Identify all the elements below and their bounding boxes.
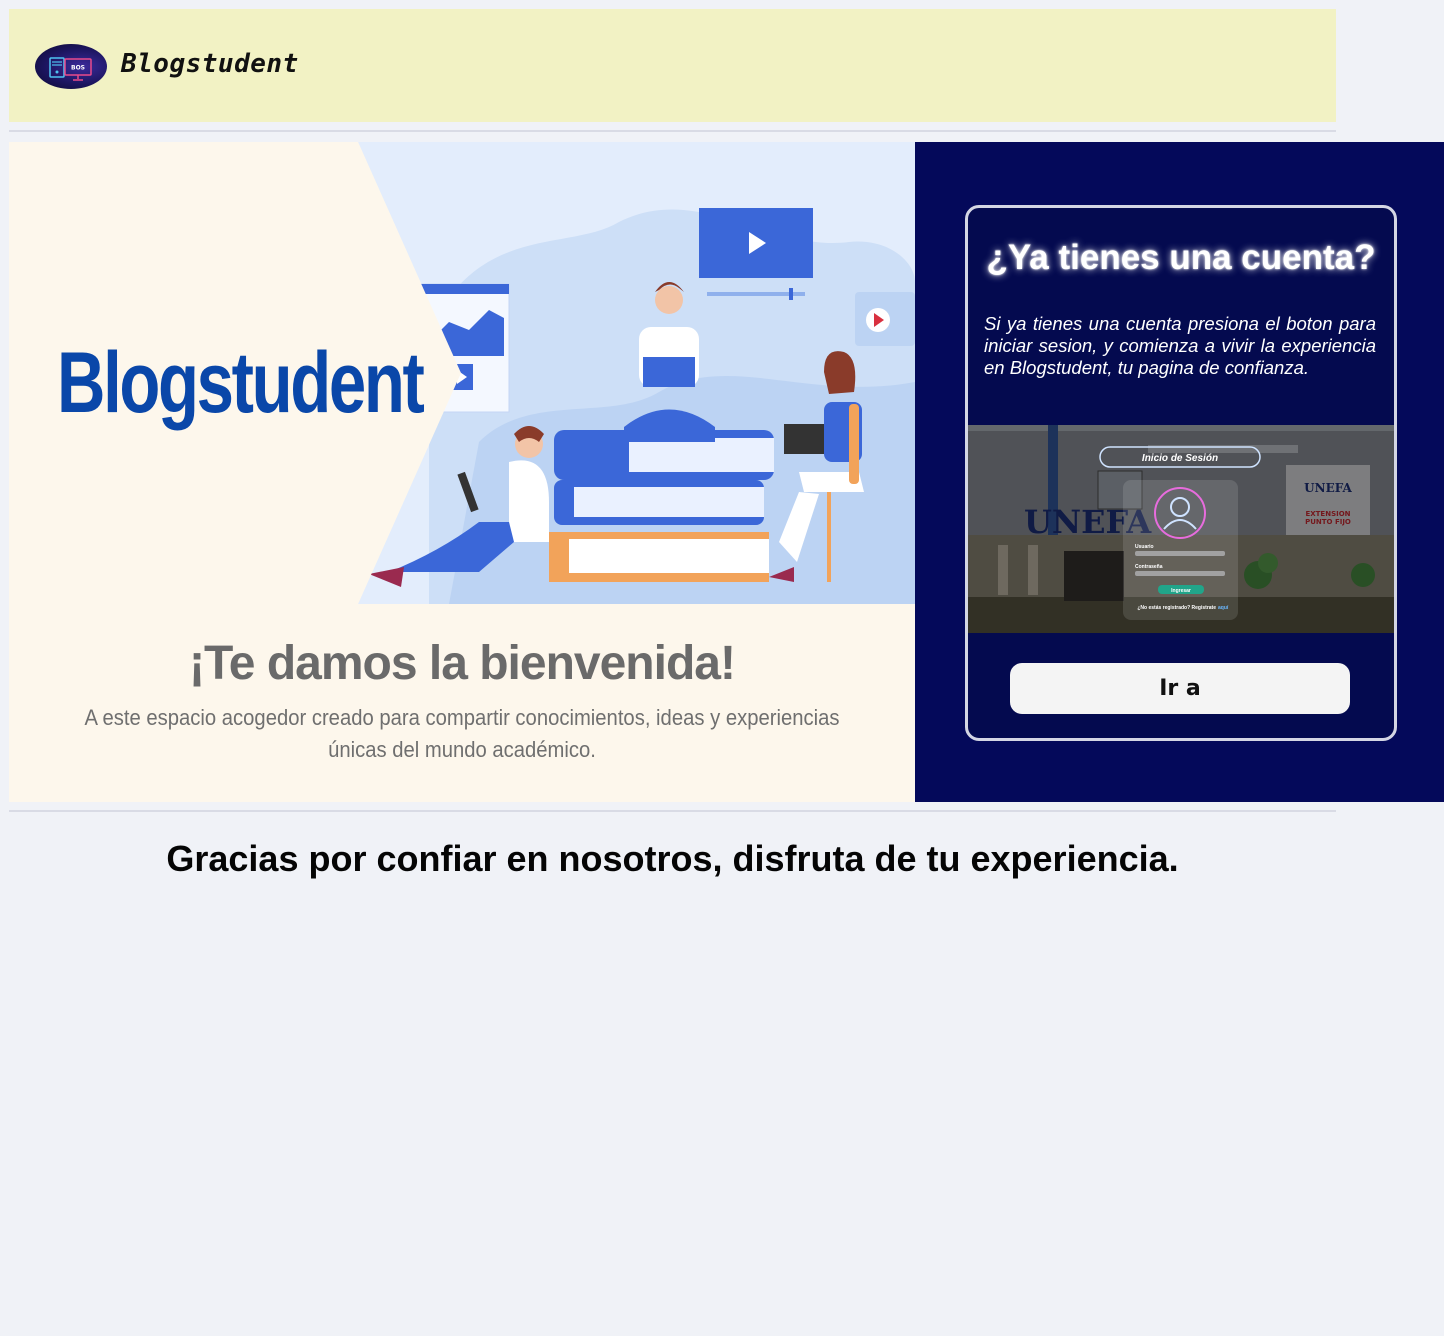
login-card-text: Si ya tienes una cuenta presiona el boto… [984, 313, 1376, 378]
hero-subtitle: A este espacio acogedor creado para comp… [84, 705, 840, 762]
monitor-icon: BOS [49, 57, 92, 81]
go-login-button[interactable]: Ir a [1010, 663, 1350, 714]
preview-user-label: Usuario [1135, 544, 1154, 550]
footer-divider [9, 810, 1336, 812]
hero-welcome-heading: ¡Te damos la bienvenida! [189, 637, 736, 690]
preview-register-text: ¿No estás registrado? Registrate [1137, 605, 1216, 611]
hero-banner: Blogstudent ¡Te damos la bienvenida! A e… [9, 142, 915, 802]
preview-submit-label: Ingresar [1171, 588, 1191, 594]
site-header: BOS Blogstudent [9, 9, 1336, 122]
header-divider [9, 130, 1336, 132]
site-brand[interactable]: Blogstudent [121, 49, 299, 79]
preview-login-heading: Inicio de Sesión [1142, 453, 1218, 464]
site-logo[interactable]: BOS [35, 44, 107, 89]
login-card: ¿Ya tienes una cuenta? Si ya tienes una … [965, 205, 1397, 741]
preview-password-label: Contraseña [1135, 564, 1163, 570]
login-panel: ¿Ya tienes una cuenta? Si ya tienes una … [915, 142, 1444, 802]
footer-message: Gracias por confiar en nosotros, disfrut… [166, 838, 1179, 879]
login-preview-image: UNEFA UNEFA EXTENSION PUNTO FIJO Inicio … [968, 425, 1394, 633]
preview-register-link: aquí [1218, 605, 1229, 611]
login-card-title: ¿Ya tienes una cuenta? [986, 238, 1376, 277]
hero-brand-title: Blogstudent [57, 335, 425, 431]
logo-text: BOS [71, 65, 85, 72]
